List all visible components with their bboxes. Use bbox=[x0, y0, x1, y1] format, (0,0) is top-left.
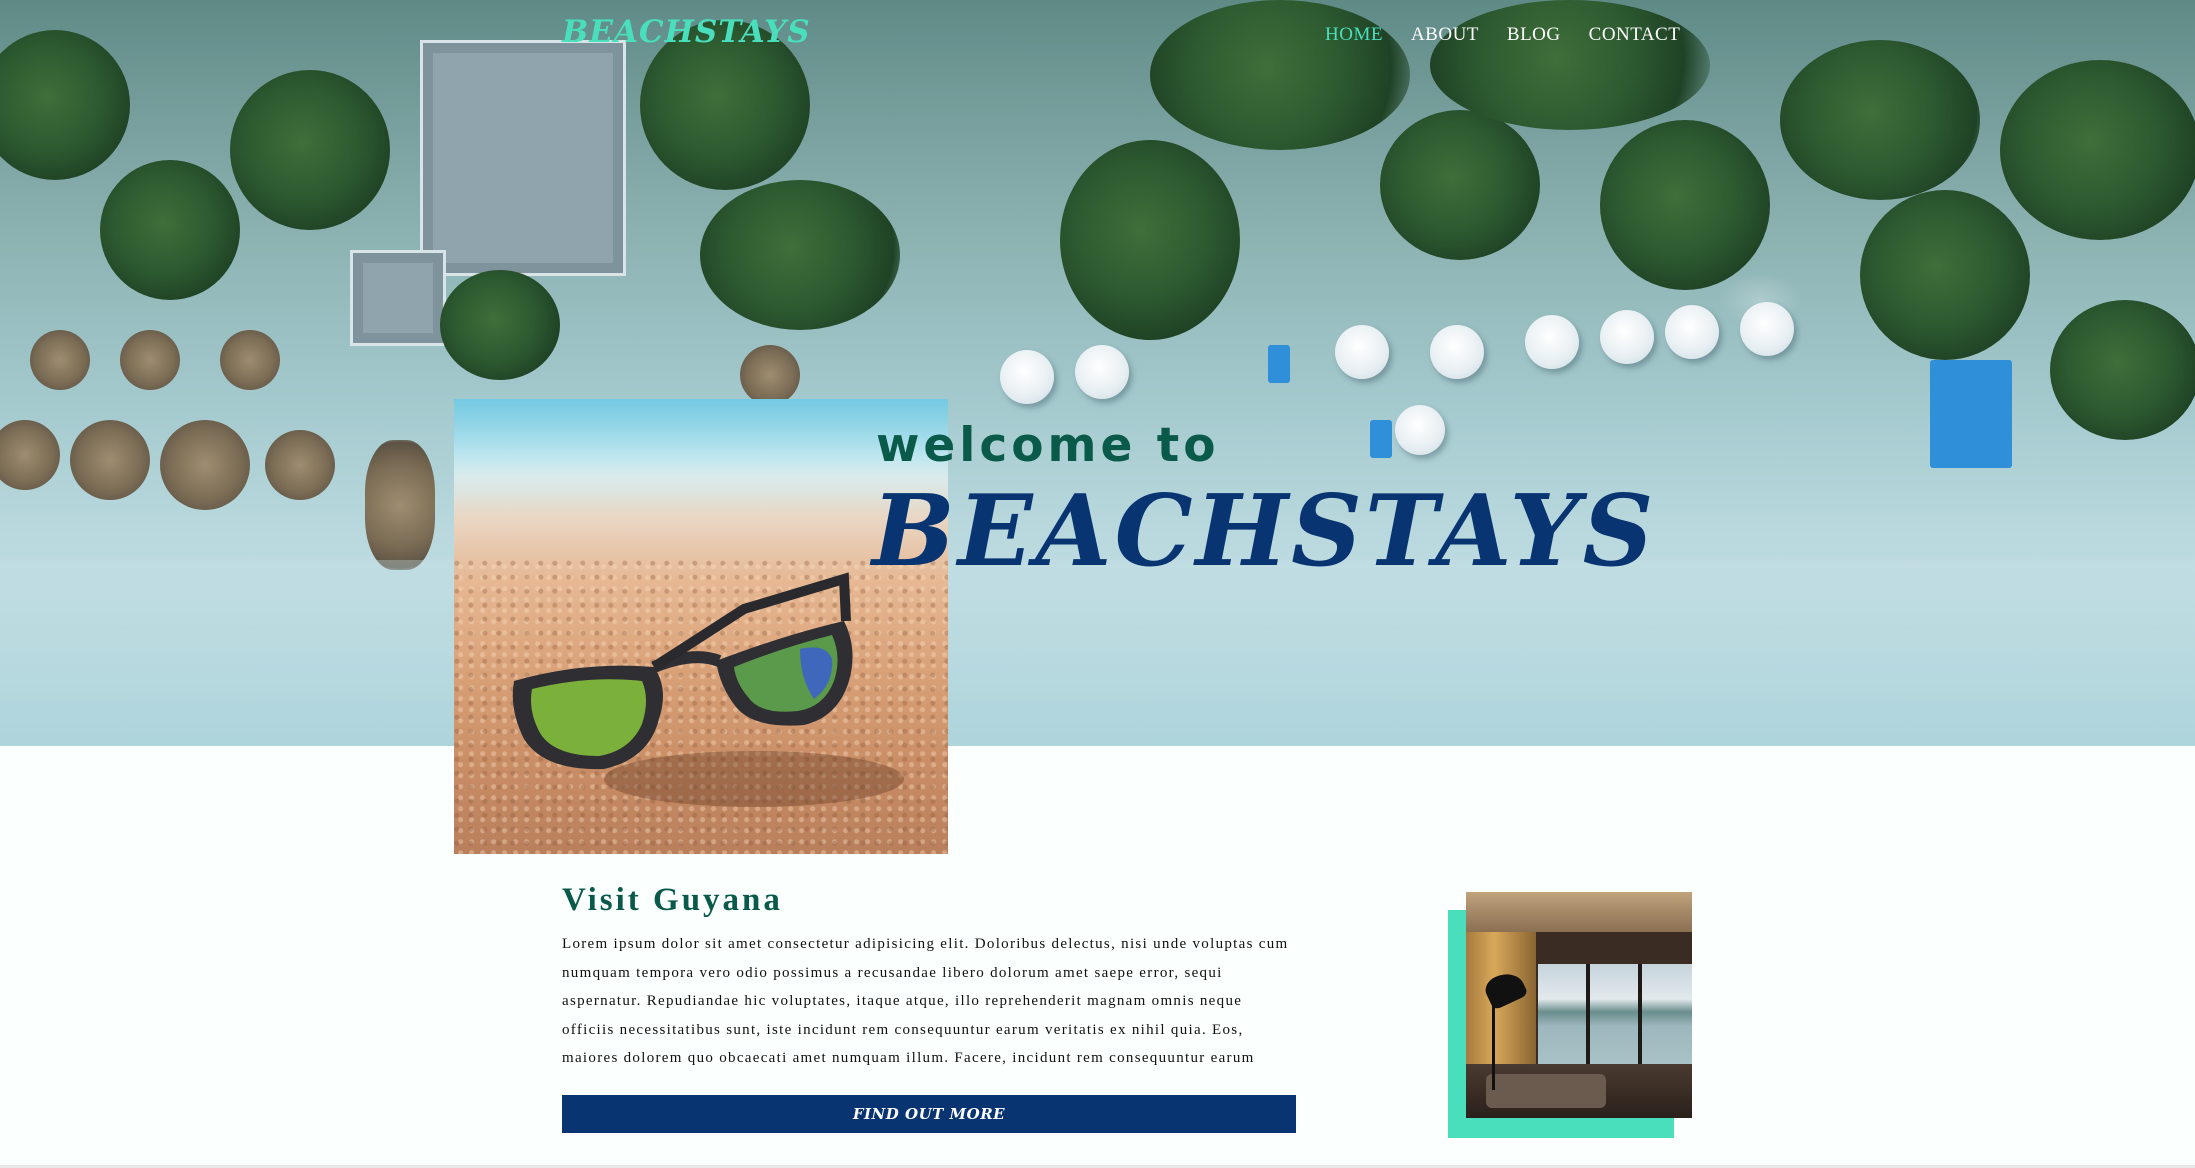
thatched-umbrella bbox=[160, 420, 250, 510]
beach-umbrella bbox=[1075, 345, 1129, 399]
thatched-umbrella bbox=[120, 330, 180, 390]
nav-about[interactable]: ABOUT bbox=[1411, 24, 1479, 46]
thatched-umbrella bbox=[740, 345, 800, 405]
beach-umbrella bbox=[1740, 302, 1794, 356]
palm-tree bbox=[2050, 300, 2195, 440]
beach-lounger bbox=[1930, 360, 2012, 468]
beach-umbrella bbox=[1600, 310, 1654, 364]
beach-umbrella bbox=[1000, 350, 1054, 404]
palm-tree bbox=[100, 160, 240, 300]
find-out-more-button[interactable]: FIND OUT MORE bbox=[562, 1095, 1296, 1133]
lounge-room-image bbox=[1466, 892, 1692, 1118]
sunglasses-icon bbox=[512, 572, 904, 807]
palm-tree bbox=[1150, 0, 1410, 150]
nav-contact[interactable]: CONTACT bbox=[1589, 24, 1681, 46]
thatched-umbrella bbox=[30, 330, 90, 390]
beach-umbrella bbox=[1395, 405, 1445, 455]
nav-blog[interactable]: BLOG bbox=[1507, 24, 1561, 46]
lamp-stand bbox=[1492, 1000, 1495, 1090]
beach-umbrella bbox=[1335, 325, 1389, 379]
section-title: Visit Guyana bbox=[562, 882, 783, 918]
hero-brand-title: BEACHSTAYS bbox=[872, 474, 1657, 589]
welcome-heading: welcome to bbox=[876, 418, 1220, 473]
sofa bbox=[1486, 1074, 1606, 1108]
section-body: Lorem ipsum dolor sit amet consectetur a… bbox=[562, 936, 1289, 1067]
beach-lounger bbox=[1370, 420, 1392, 458]
beach-building bbox=[350, 250, 446, 346]
sunglasses-image bbox=[454, 399, 948, 854]
thatched-umbrella bbox=[365, 440, 435, 570]
beach-umbrella bbox=[1525, 315, 1579, 369]
thatched-umbrella bbox=[70, 420, 150, 500]
window-frame bbox=[1638, 964, 1642, 1074]
palm-tree bbox=[1860, 190, 2030, 360]
palm-tree bbox=[1430, 0, 1710, 130]
beach-lounger bbox=[1268, 345, 1290, 383]
palm-tree bbox=[2000, 60, 2195, 240]
beach-umbrella bbox=[1665, 305, 1719, 359]
palm-tree bbox=[1780, 40, 1980, 200]
palm-tree bbox=[1060, 140, 1240, 340]
palm-tree bbox=[700, 180, 900, 330]
palm-tree bbox=[1600, 120, 1770, 290]
nav-home[interactable]: HOME bbox=[1325, 24, 1383, 46]
lake-window bbox=[1538, 964, 1692, 1064]
window-frame bbox=[1586, 964, 1590, 1074]
hero-background bbox=[0, 0, 2195, 746]
room-ceiling bbox=[1466, 892, 1692, 932]
site-logo[interactable]: BEACHSTAYS bbox=[562, 14, 811, 50]
main-nav: HOME ABOUT BLOG CONTACT bbox=[1325, 24, 1680, 46]
thatched-umbrella bbox=[220, 330, 280, 390]
thatched-umbrella bbox=[265, 430, 335, 500]
palm-tree bbox=[230, 70, 390, 230]
beach-umbrella bbox=[1430, 325, 1484, 379]
palm-tree bbox=[1380, 110, 1540, 260]
palm-tree bbox=[440, 270, 560, 380]
beach-building bbox=[420, 40, 626, 276]
